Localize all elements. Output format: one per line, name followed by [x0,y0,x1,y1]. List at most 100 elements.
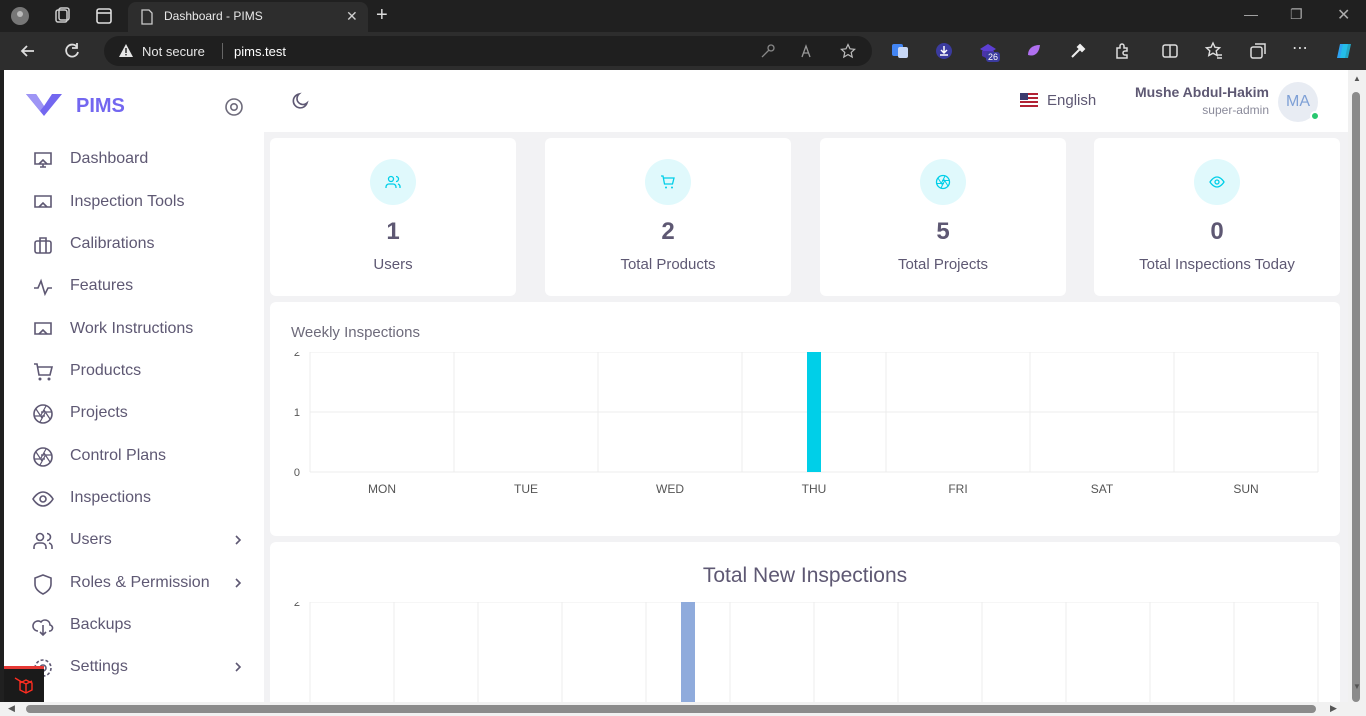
sidebar-item-label: Productcs [70,362,142,379]
sidebar-item-control-plans[interactable]: Control Plans [32,439,252,473]
debugbar-toggle[interactable] [4,666,44,702]
download-cloud-icon [32,619,54,637]
stat-label: Total Projects [897,256,989,273]
sidebar-item-backups[interactable]: Backups [32,608,252,642]
eye-icon [1209,176,1225,188]
activity-icon [34,278,52,297]
stat-card-products: 2 Total Products [545,138,791,296]
chart-title: Total New Inspections [702,564,908,587]
collections-icon[interactable] [1248,41,1268,61]
tab-actions-icon[interactable] [94,6,114,26]
sidebar-toggle-icon[interactable] [224,97,244,117]
restore-icon[interactable]: ❐ [1290,6,1303,23]
split-screen-icon[interactable] [1160,41,1180,61]
sidebar-item-projects[interactable]: Projects [32,396,252,430]
weekly-inspections-card: Weekly Inspections 0 1 2 MON TUE WED THU FRI SAT… [270,302,1340,536]
sidebar-item-inspections[interactable]: Inspections [32,481,252,515]
shape-extension-icon[interactable] [1024,41,1044,61]
more-menu-icon[interactable]: ⋯ [1292,38,1312,58]
close-tab-icon[interactable]: ✕ [346,8,358,25]
address-bar[interactable]: Not secure pims.test [104,36,872,66]
sidebar-item-dashboard[interactable]: Dashboard [32,142,252,176]
tab-dashboard[interactable]: Dashboard - PIMS ✕ [128,2,368,32]
scroll-right-icon[interactable]: ▶ [1330,703,1337,714]
sidebar-item-label: Inspections [70,489,151,506]
x-tick-label: MON [368,482,396,496]
page-icon [141,9,153,25]
moon-icon[interactable] [290,90,312,112]
chevron-right-icon [235,578,242,588]
sidebar-item-users[interactable]: Users [32,523,252,557]
translate-extension-icon[interactable] [890,41,910,61]
download-extension-icon[interactable] [934,41,954,61]
stat-value: 1 [386,218,400,245]
x-tick-label: THU [802,482,827,496]
bar [681,602,695,702]
security-label[interactable]: Not secure [142,44,205,59]
extension-badge: 26 [986,52,1001,62]
key-icon[interactable] [760,43,776,59]
page-viewport: PIMS Dashboard Inspection Tools Calibrat… [4,70,1348,702]
reload-icon[interactable] [62,41,82,61]
copilot-icon[interactable] [1334,41,1354,61]
new-tab-icon[interactable]: + [376,4,388,27]
sidebar-item-label: Dashboard [70,150,149,167]
user-name[interactable]: Mushe Abdul-Hakim [1135,84,1269,100]
sidebar-item-calibrations[interactable]: Calibrations [32,227,252,261]
horizontal-scroll-thumb[interactable] [26,705,1316,713]
browser-tab-bar: Dashboard - PIMS ✕ + — ❐ ✕ [0,0,1366,32]
minimize-icon[interactable]: — [1244,6,1258,22]
scroll-down-icon[interactable]: ▼ [1353,682,1361,691]
stat-icon-circle [920,159,966,205]
horizontal-scrollbar[interactable]: ◀ ▶ [0,702,1366,716]
sidebar-item-inspection-tools[interactable]: Inspection Tools [32,185,252,219]
briefcase-icon [34,237,52,254]
sidebar-item-label: Work Instructions [70,320,194,337]
stat-card-users: 1 Users [270,138,516,296]
read-aloud-icon[interactable] [800,43,816,59]
address-divider [222,43,223,59]
sidebar-item-work-instructions[interactable]: Work Instructions [32,312,252,346]
back-icon[interactable] [18,41,38,61]
sidebar-item-label: Features [70,277,134,294]
profile-avatar-icon[interactable] [10,6,30,26]
x-tick-label: TUE [514,482,538,496]
sidebar-item-settings[interactable]: Settings [32,650,252,684]
extensions-icon[interactable] [1112,41,1132,61]
monitor-icon [34,152,52,168]
stat-card-inspections-today: 0 Total Inspections Today [1094,138,1340,296]
sidebar-item-label: Calibrations [70,235,155,252]
badge-extension-icon[interactable]: 26 [978,41,1002,63]
warning-icon[interactable] [118,43,134,59]
us-flag-icon[interactable] [1020,93,1038,107]
brand-logo[interactable]: PIMS [26,92,125,120]
vertical-scroll-thumb[interactable] [1352,92,1360,702]
stat-label: Total Products [620,256,716,273]
stat-label: Total Inspections Today [1139,256,1295,273]
sidebar-item-features[interactable]: Features [32,269,252,303]
scroll-up-icon[interactable]: ▲ [1353,74,1361,83]
stat-icon-circle [1194,159,1240,205]
logo-icon [26,94,62,116]
close-window-icon[interactable]: ✕ [1337,5,1350,25]
scroll-left-icon[interactable]: ◀ [8,703,15,714]
chevron-right-icon [235,662,242,672]
aperture-icon [33,447,53,467]
stat-label: Users [373,256,413,273]
language-selector[interactable]: English [1047,92,1096,109]
total-new-inspections-chart: 2 [294,602,1319,702]
users-icon [33,532,53,549]
vertical-scrollbar[interactable]: ▲ ▼ [1348,70,1366,702]
favorite-star-icon[interactable] [840,43,856,59]
y-tick-label: 2 [294,352,300,359]
sidebar-item-roles-permission[interactable]: Roles & Permission [32,566,252,600]
aperture-icon [935,174,951,190]
sidebar-item-products[interactable]: Productcs [32,354,252,388]
weekly-inspections-chart: 0 1 2 MON TUE WED THU FRI SAT SUN [294,352,1319,496]
chevron-right-icon [235,535,242,545]
tab-title: Dashboard - PIMS [164,9,263,23]
eyedropper-extension-icon[interactable] [1068,41,1088,61]
workspaces-icon[interactable] [52,6,72,26]
url-text[interactable]: pims.test [234,44,286,59]
favorites-icon[interactable] [1204,41,1224,61]
